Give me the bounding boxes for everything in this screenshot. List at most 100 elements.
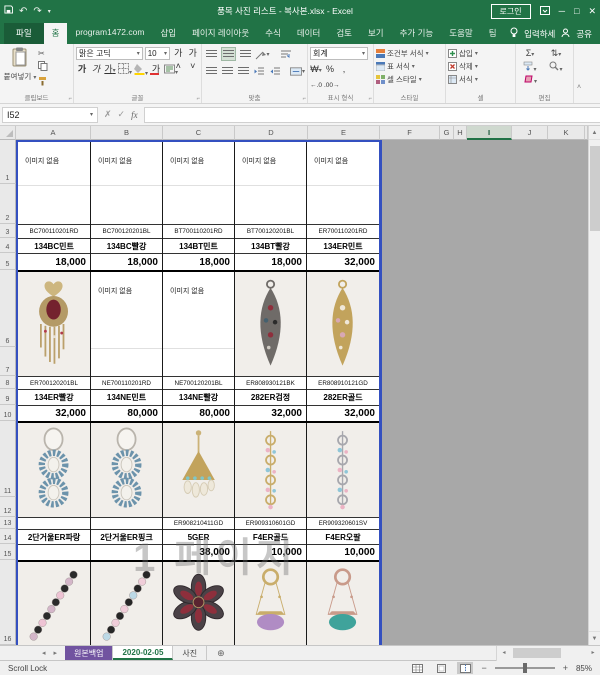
underline-icon[interactable]: 가▾: [104, 63, 116, 76]
product-cell[interactable]: ER808930121BK282ER검정32,000: [235, 272, 307, 421]
product-name[interactable]: 134BT빨강: [235, 238, 306, 253]
ribbon-tab-program1472.com[interactable]: program1472.com: [67, 23, 152, 44]
horizontal-scroll-thumb[interactable]: [513, 648, 561, 658]
page-layout-view-icon[interactable]: [433, 662, 449, 674]
clear-icon[interactable]: ▾: [518, 75, 542, 85]
row-header-2[interactable]: 2: [0, 184, 16, 224]
clipboard-dialog-launcher[interactable]: ⌐: [68, 96, 72, 102]
align-top-icon[interactable]: [204, 47, 219, 61]
product-image-cell[interactable]: [307, 423, 379, 517]
sheet-tab-원본백업[interactable]: 원본백업: [65, 646, 113, 660]
format-painter-icon[interactable]: [38, 76, 48, 89]
row-header-9[interactable]: 9: [0, 389, 16, 405]
cell-styles-button[interactable]: 셀 스타일▾: [376, 73, 443, 86]
column-header-I[interactable]: I: [467, 126, 512, 140]
product-name[interactable]: 134BT민트: [163, 238, 234, 253]
fill-icon[interactable]: ▾: [518, 61, 542, 73]
minimize-button[interactable]: ─: [559, 6, 565, 16]
zoom-in-icon[interactable]: +: [563, 663, 568, 673]
sheet-tab-사진[interactable]: 사진: [173, 646, 207, 660]
product-image-cell[interactable]: [163, 423, 234, 517]
ribbon-tab-페이지 레이아웃[interactable]: 페이지 레이아웃: [184, 23, 257, 44]
product-image-cell[interactable]: 이미지 없음: [18, 142, 90, 224]
product-image-cell[interactable]: 이미지 없음: [163, 272, 234, 376]
row-header-11[interactable]: 11: [0, 421, 16, 497]
product-image-cell[interactable]: 이미지 없음: [307, 142, 379, 224]
product-price[interactable]: 18,000: [18, 253, 90, 270]
accounting-format-icon[interactable]: ₩▾: [310, 63, 322, 76]
align-bottom-icon[interactable]: [238, 47, 253, 61]
zoom-slider[interactable]: [495, 667, 555, 669]
zoom-level[interactable]: 85%: [576, 664, 592, 673]
select-all-corner[interactable]: [0, 126, 16, 140]
qat-customize-icon[interactable]: ▾: [48, 8, 51, 15]
product-price[interactable]: 32,000: [18, 405, 90, 421]
product-name[interactable]: 134ER민트: [307, 238, 379, 253]
product-code[interactable]: ER700120201BL: [18, 376, 90, 389]
row-header-12[interactable]: 12: [0, 497, 16, 517]
product-image-cell[interactable]: 이미지 없음: [91, 142, 162, 224]
decrease-indent-icon[interactable]: [252, 64, 266, 78]
format-as-table-button[interactable]: 표 서식▾: [376, 60, 443, 73]
maximize-button[interactable]: □: [574, 6, 579, 16]
increase-indent-icon[interactable]: [268, 64, 282, 78]
ribbon-tab-팀[interactable]: 팀: [481, 23, 505, 44]
percent-style-icon[interactable]: %: [324, 63, 336, 76]
product-name[interactable]: 134NE민트: [91, 389, 162, 405]
share-button[interactable]: 공유: [576, 28, 592, 40]
redo-icon[interactable]: ↷: [33, 6, 41, 17]
product-code[interactable]: ER808930121BK: [235, 376, 306, 389]
product-code[interactable]: NE700120201BL: [163, 376, 234, 389]
row-header-1[interactable]: 1: [0, 140, 16, 184]
copy-icon[interactable]: [38, 61, 48, 74]
column-header-A[interactable]: A: [16, 126, 91, 140]
ribbon-display-options-icon[interactable]: [540, 6, 550, 17]
scroll-left-icon[interactable]: ◂: [497, 646, 511, 661]
sort-filter-icon[interactable]: ⇅▾: [544, 48, 568, 59]
product-code[interactable]: ER808910121GD: [307, 376, 379, 389]
normal-view-icon[interactable]: [409, 662, 425, 674]
column-header-F[interactable]: F: [380, 126, 440, 140]
column-header-C[interactable]: C: [163, 126, 235, 140]
ribbon-tab-추가 기능[interactable]: 추가 기능: [392, 23, 442, 44]
cut-icon[interactable]: ✂: [38, 49, 48, 59]
save-icon[interactable]: [4, 5, 13, 17]
row-header-6[interactable]: 6: [0, 270, 16, 347]
row-header-10[interactable]: 10: [0, 405, 16, 421]
borders-icon[interactable]: ▾: [118, 63, 132, 76]
new-sheet-icon[interactable]: ⊕: [207, 646, 235, 660]
phonetic-guide-icon[interactable]: ▾: [164, 63, 178, 76]
zoom-slider-thumb[interactable]: [523, 663, 527, 673]
find-select-icon[interactable]: ▾: [544, 61, 568, 73]
product-image-cell[interactable]: [18, 272, 90, 376]
sheet-nav-right-icon[interactable]: ▸: [54, 649, 58, 657]
sheet-tab-2020-02-05[interactable]: 2020-02-05: [113, 646, 173, 660]
product-price[interactable]: 32,000: [307, 253, 379, 270]
product-image-cell[interactable]: [307, 272, 379, 376]
product-name[interactable]: 282ER골드: [307, 389, 379, 405]
column-header-J[interactable]: J: [512, 126, 548, 140]
row-header-16[interactable]: 16: [0, 560, 16, 645]
product-name[interactable]: 282ER검정: [235, 389, 306, 405]
insert-function-icon[interactable]: fx: [131, 110, 138, 120]
product-code[interactable]: BT700110201RD: [163, 224, 234, 238]
column-header-G[interactable]: G: [440, 126, 454, 140]
decrease-font-icon[interactable]: 가˅: [187, 47, 199, 60]
row-header-15[interactable]: 15: [0, 544, 16, 560]
product-image-cell[interactable]: 이미지 없음: [235, 142, 306, 224]
product-cell[interactable]: ER808910121GD282ER골드32,000: [307, 272, 379, 421]
product-image-cell[interactable]: [91, 423, 162, 517]
close-button[interactable]: ✕: [588, 6, 596, 17]
ribbon-tab-수식[interactable]: 수식: [257, 23, 289, 44]
ribbon-tab-보기[interactable]: 보기: [360, 23, 392, 44]
tell-me-box[interactable]: 입력하세: [524, 28, 555, 40]
font-name-select[interactable]: 맑은 고딕▾: [76, 47, 143, 60]
product-name[interactable]: 134BC민트: [18, 238, 90, 253]
decrease-decimal-icon[interactable]: .00→: [324, 79, 340, 92]
product-cell[interactable]: 이미지 없음BC700120201BL134BC빨강18,000: [91, 142, 163, 270]
column-header-H[interactable]: H: [454, 126, 467, 140]
formula-input[interactable]: [144, 107, 600, 123]
insert-cells-button[interactable]: 삽입▾: [448, 47, 513, 60]
scroll-right-icon[interactable]: ▸: [586, 646, 600, 661]
sheet-nav-left-icon[interactable]: ◂: [42, 649, 46, 657]
